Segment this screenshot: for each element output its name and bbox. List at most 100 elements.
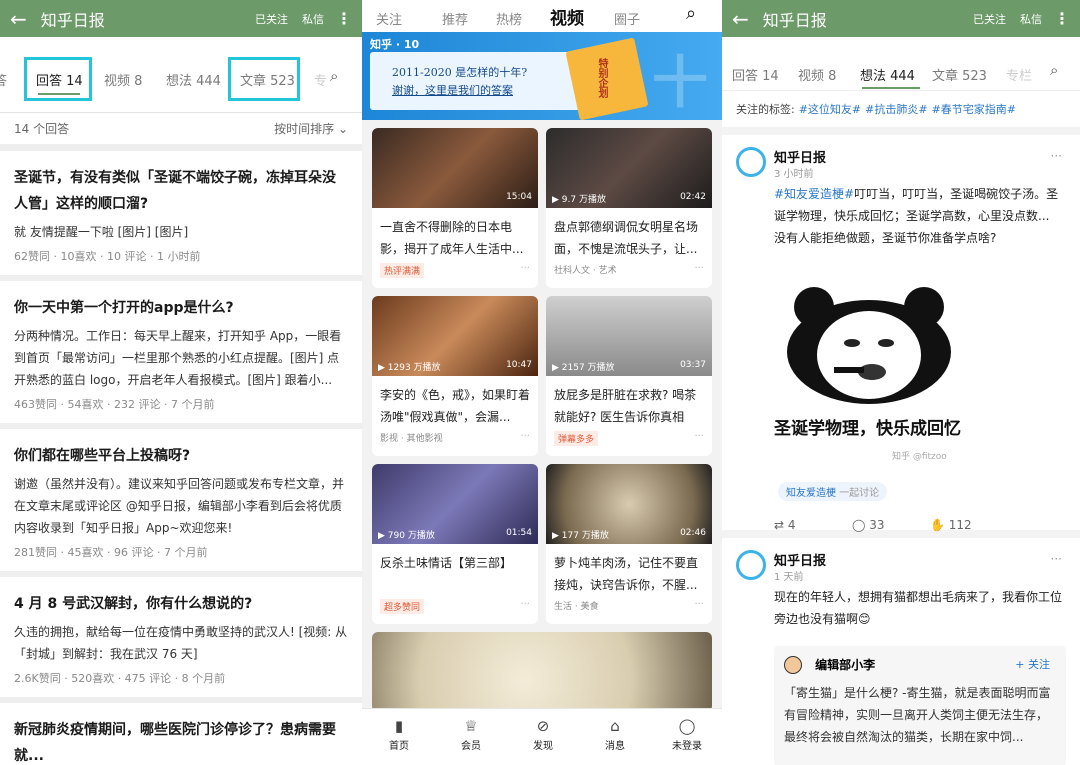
video-card[interactable]: ▶ 177 万播放 02:46 萝卜炖羊肉汤，记住不要直接炖，诀窍告诉你，不腥.… xyxy=(546,464,712,624)
back-arrow-icon[interactable]: ← xyxy=(10,9,27,29)
more-icon[interactable]: ··· xyxy=(520,263,530,274)
search-icon[interactable]: ⌕ xyxy=(686,3,696,24)
search-icon[interactable]: ⌕ xyxy=(1050,61,1058,79)
answer-item[interactable]: 你们都在哪些平台上投稿呀? 谢邀（虽然并没有）。建议来知乎回答问题或发布专栏文章… xyxy=(0,429,362,571)
post-body: #知友爱造梗#叮叮当，叮叮当，圣诞喝碗饺子汤。圣诞学物理，快乐成回忆；圣诞学高数… xyxy=(774,183,1070,249)
quoted-post[interactable]: 编辑部小李 + 关注 「寄生猫」是什么梗? -寄生猫，就是表面聪明而富有冒险精神… xyxy=(774,646,1066,765)
play-count-text: 177 万播放 xyxy=(561,531,609,541)
quote-text: 「寄生猫」是什么梗? -寄生猫，就是表面聪明而富有冒险精神，实则一旦离开人类饲主… xyxy=(784,685,1051,744)
video-card[interactable]: ▶ 793 万播放 15:04 一直舍不得删除的日本电影，揭开了成年人生活中..… xyxy=(372,128,538,288)
more-icon[interactable]: ··· xyxy=(520,431,530,442)
tab-recommend[interactable]: 推荐 xyxy=(442,9,468,28)
video-tag: 影视 · 其他影视 xyxy=(380,434,443,444)
question-title[interactable]: 你们都在哪些平台上投稿呀? xyxy=(14,443,348,469)
tab-columns[interactable]: 专栏 xyxy=(1006,65,1032,84)
tab-videos[interactable]: 视频 8 xyxy=(798,65,836,84)
tab-video[interactable]: 视频 xyxy=(550,4,584,29)
nav-messages[interactable]: ⌂ 消息 xyxy=(591,709,639,752)
thought-post[interactable]: 知乎日报 1 天前 ··· 现在的年轻人，想拥有猫都想出毛病来了，我看你工位旁边… xyxy=(722,538,1080,765)
more-icon[interactable]: ··· xyxy=(694,431,704,442)
question-title[interactable]: 4 月 8 号武汉解封，你有什么想说的? xyxy=(14,591,348,617)
zhihu-10-logo: 知乎 · 10 xyxy=(370,38,420,51)
video-title: 反杀土味情话【第三部】 xyxy=(380,556,513,570)
action-bar: ⇄ 4 ◯ 33 ✋ 112 xyxy=(774,518,972,532)
followed-button[interactable]: 已关注 xyxy=(973,11,1006,27)
video-card[interactable]: ▶ 9.7 万播放 02:42 盘点郭德纲调侃女明星名场面，不愧是流氓头子，让.… xyxy=(546,128,712,288)
repost-button[interactable]: ⇄ 4 xyxy=(774,518,852,532)
right-panel: ← 知乎日报 已关注 私信 ⋮ 回答 14 视频 8 想法 444 文章 523… xyxy=(722,0,1080,765)
page-title: 知乎日报 xyxy=(40,10,105,30)
message-button[interactable]: 私信 xyxy=(302,11,324,27)
author-name[interactable]: 知乎日报 xyxy=(774,147,826,166)
tag-link[interactable]: #这位知友# xyxy=(799,101,861,117)
follow-button[interactable]: + 关注 xyxy=(1015,656,1050,672)
tag-link[interactable]: #春节宅家指南# xyxy=(932,101,1016,117)
video-card-partial[interactable] xyxy=(372,632,712,712)
tab-thoughts[interactable]: 想法 444 xyxy=(166,70,221,89)
tab-columns-partial[interactable]: 专 xyxy=(314,70,327,89)
avatar[interactable] xyxy=(736,147,766,177)
tab-hot[interactable]: 热榜 xyxy=(496,9,522,28)
topic-pill-body: 知友爱造梗 一起讨论 xyxy=(778,482,888,501)
back-arrow-icon[interactable]: ← xyxy=(732,9,749,29)
tab-bar: 回答 14 视频 8 想法 444 文章 523 专栏 ⌕ xyxy=(722,37,1080,91)
answer-item[interactable]: 圣诞节，有没有类似「圣诞不端饺子碗，冻掉耳朵没人管」这样的顺口溜? 就 友情提醒… xyxy=(0,151,362,275)
video-card[interactable]: ▶ 790 万播放 01:54 反杀土味情话【第三部】 超多赞同 ··· xyxy=(372,464,538,624)
tab-videos[interactable]: 视频 8 xyxy=(104,70,142,89)
message-button[interactable]: 私信 xyxy=(1020,11,1042,27)
thought-post[interactable]: 知乎日报 3 小时前 ··· #知友爱造梗#叮叮当，叮叮当，圣诞喝碗饺子汤。圣诞… xyxy=(722,135,1080,538)
home-icon: ▮ xyxy=(394,717,404,735)
topic-link[interactable]: #知友爱造梗# xyxy=(774,187,854,201)
more-icon[interactable]: ··· xyxy=(1051,552,1062,566)
nav-vip[interactable]: ♕ 会员 xyxy=(447,709,495,752)
highlight-box-articles xyxy=(228,57,300,101)
more-icon[interactable]: ··· xyxy=(1051,149,1062,163)
tab-follow[interactable]: 关注 xyxy=(376,9,402,28)
tab-thoughts[interactable]: 想法 444 xyxy=(860,65,915,84)
question-title[interactable]: 新冠肺炎疫情期间，哪些医院门诊停诊了？患病需要就... xyxy=(14,717,348,765)
video-card[interactable]: ▶ 1293 万播放 10:47 李安的《色，戒》，如果盯着汤唯"假戏真做"，会… xyxy=(372,296,538,456)
meme-image[interactable]: 圣诞学物理，快乐成回忆 知乎 @fitzoo xyxy=(774,277,964,467)
nav-home[interactable]: ▮ 首页 xyxy=(375,709,423,752)
nav-discover[interactable]: ⊘ 发现 xyxy=(519,709,567,752)
question-title[interactable]: 你一天中第一个打开的app是什么? xyxy=(14,295,348,321)
author-name[interactable]: 知乎日报 xyxy=(774,550,826,569)
duration: 15:04 xyxy=(506,192,532,202)
duration: 01:54 xyxy=(506,528,532,538)
nav-profile[interactable]: ◯ 未登录 xyxy=(663,709,711,752)
post-time: 1 天前 xyxy=(774,572,804,583)
like-button[interactable]: ✋ 112 xyxy=(930,518,972,532)
answer-item[interactable]: 你一天中第一个打开的app是什么? 分两种情况。工作日：每天早上醒来，打开知乎 … xyxy=(0,281,362,423)
answer-item[interactable]: 4 月 8 号武汉解封，你有什么想说的? 久违的拥抱，献给每一位在疫情中勇敢坚持… xyxy=(0,577,362,697)
tab-bar: 答 回答 14 视频 8 想法 444 文章 523 专 ⌕ xyxy=(0,37,362,113)
answer-item[interactable]: 新冠肺炎疫情期间，哪些医院门诊停诊了？患病需要就... xyxy=(0,703,362,765)
tag-link[interactable]: #抗击肺炎# xyxy=(865,101,927,117)
avatar[interactable] xyxy=(784,655,802,674)
tab-circle[interactable]: 圈子 xyxy=(614,9,640,28)
avatar[interactable] xyxy=(736,550,766,580)
more-vertical-icon[interactable]: ⋮ xyxy=(336,9,352,28)
search-icon[interactable]: ⌕ xyxy=(330,67,338,85)
nav-label: 发现 xyxy=(533,741,553,752)
video-title: 李安的《色，戒》，如果盯着汤唯"假戏真做"，会漏... xyxy=(380,388,531,424)
promo-banner[interactable]: 知乎 · 10 2011-2020 是怎样的十年? 谢谢，这里是我们的答案 特别… xyxy=(362,32,722,121)
tab-partial[interactable]: 答 xyxy=(0,70,7,89)
followed-button[interactable]: 已关注 xyxy=(255,11,288,27)
tab-underline xyxy=(862,87,920,89)
topic-pill[interactable]: 知友爱造梗 一起讨论 xyxy=(778,481,888,501)
more-icon[interactable]: ··· xyxy=(520,599,530,610)
video-tag: 生活 · 美食 xyxy=(554,602,599,612)
more-vertical-icon[interactable]: ⋮ xyxy=(1054,9,1070,28)
question-title[interactable]: 圣诞节，有没有类似「圣诞不端饺子碗，冻掉耳朵没人管」这样的顺口溜? xyxy=(14,165,348,217)
video-card[interactable]: ▶ 2157 万播放 03:37 放屁多是肝脏在求救? 喝茶就能好? 医生告诉你… xyxy=(546,296,712,456)
chevron-down-icon: ⌄ xyxy=(337,122,348,136)
comment-button[interactable]: ◯ 33 xyxy=(852,518,930,532)
quote-author[interactable]: 编辑部小李 xyxy=(815,658,875,672)
sort-dropdown[interactable]: 按时间排序 ⌄ xyxy=(274,120,348,137)
more-icon[interactable]: ··· xyxy=(694,263,704,274)
more-icon[interactable]: ··· xyxy=(694,599,704,610)
video-title: 一直舍不得删除的日本电影，揭开了成年人生活中... xyxy=(380,220,524,256)
tab-articles[interactable]: 文章 523 xyxy=(932,65,987,84)
nav-label: 消息 xyxy=(605,741,625,752)
tab-answers[interactable]: 回答 14 xyxy=(732,65,779,84)
